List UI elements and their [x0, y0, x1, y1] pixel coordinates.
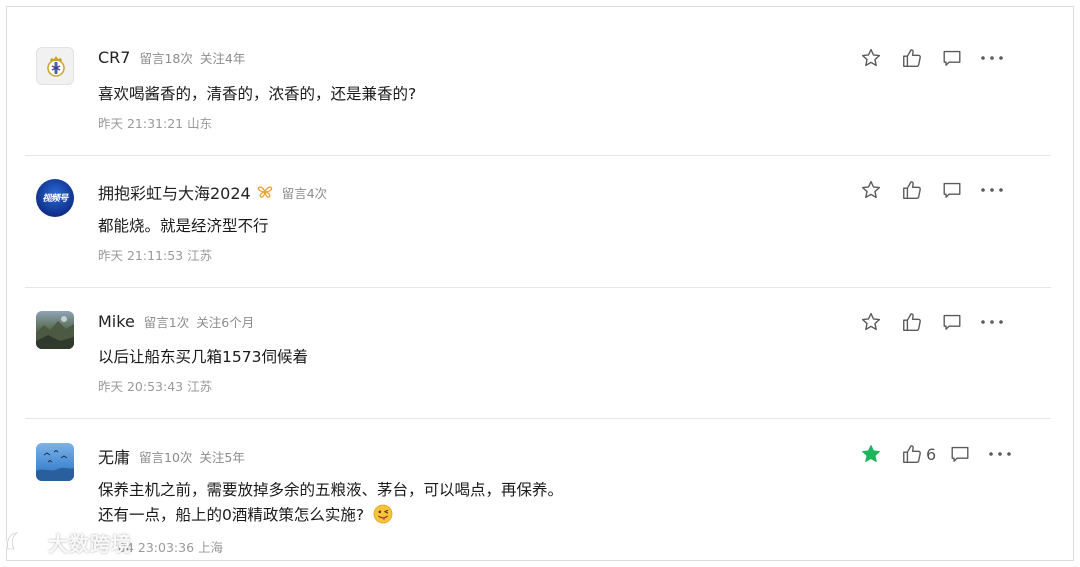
thumbs-up-icon[interactable] — [900, 310, 924, 334]
avatar[interactable]: 视频号 — [36, 179, 74, 217]
comment-count: 留言4次 — [281, 185, 328, 201]
divider — [25, 287, 1051, 288]
comment-time: 昨天 20:53:43 江苏 — [98, 379, 213, 394]
comment-count: 留言18次 — [139, 51, 193, 66]
thumbs-up-icon[interactable] — [900, 178, 924, 202]
avatar[interactable] — [36, 443, 74, 481]
comment-text-line-with-emoji: 还有一点，船上的0酒精政策怎么实施? — [98, 503, 563, 528]
username[interactable]: Mike — [98, 312, 135, 331]
divider — [25, 155, 1051, 156]
comment-header: CR7 留言18次 关注4年 — [98, 48, 245, 67]
comment-header: Mike 留言1次 关注6个月 — [98, 312, 254, 331]
comment-count: 留言10次 — [139, 449, 193, 465]
comment-actions — [859, 310, 1005, 334]
star-icon[interactable] — [859, 46, 883, 70]
thumbs-up-icon[interactable] — [900, 46, 924, 70]
reply-icon[interactable] — [948, 442, 972, 466]
follow-duration: 关注5年 — [199, 449, 245, 465]
comment-header: 拥抱彩虹与大海2024 留言4次 — [98, 180, 327, 204]
comment-actions — [859, 178, 1005, 202]
comment-text: 喜欢喝酱香的，清香的，浓香的，还是兼香的? — [98, 82, 416, 107]
reply-icon[interactable] — [940, 46, 964, 70]
butterfly-badge-icon — [257, 184, 273, 200]
comment-actions — [859, 46, 1005, 70]
more-options-icon[interactable] — [987, 442, 1013, 466]
watermark: 大数跨境 — [4, 528, 132, 557]
watermark-logo-icon — [6, 531, 43, 550]
real-madrid-crest-icon — [47, 56, 65, 77]
like-count: 6 — [926, 444, 937, 464]
username[interactable]: CR7 — [98, 48, 130, 67]
thumbs-up-icon[interactable] — [900, 442, 924, 466]
comment-text: 以后让船东买几箱1573伺候着 — [98, 345, 308, 370]
avatar[interactable] — [36, 311, 74, 349]
like-button[interactable]: 6 — [900, 442, 936, 466]
reply-icon[interactable] — [940, 310, 964, 334]
comment-text-line: 还有一点，船上的0酒精政策怎么实施? — [98, 506, 365, 524]
comment-text-line: 保养主机之前，需要放掉多余的五粮液、茅台，可以喝点，再保养。 — [98, 481, 564, 499]
username[interactable]: 拥抱彩虹与大海2024 — [98, 180, 251, 204]
comment-text-line: 都能烧。就是经济型不行 — [98, 217, 269, 235]
avatar-label: 视频号 — [42, 194, 68, 204]
divider — [25, 418, 1051, 419]
star-filled-icon[interactable] — [859, 442, 883, 466]
comment-actions: 6 — [859, 442, 1013, 466]
comment-text: 都能烧。就是经济型不行 — [98, 214, 269, 239]
star-icon[interactable] — [859, 178, 883, 202]
comment-list-panel: CR7 留言18次 关注4年 喜欢喝酱香的，清香的，浓香的，还是兼香的? 昨天 … — [6, 6, 1074, 561]
comment-header: 无庸 留言10次 关注5年 — [98, 444, 245, 468]
comment-time: 昨天 21:11:53 江苏 — [98, 248, 213, 263]
landscape-photo-icon — [36, 316, 74, 349]
comment-count: 留言1次 — [143, 315, 190, 330]
star-icon[interactable] — [859, 310, 883, 334]
follow-duration: 关注4年 — [199, 51, 246, 66]
comment-text-line: 以后让船东买几箱1573伺候着 — [98, 348, 308, 366]
reply-icon[interactable] — [940, 178, 964, 202]
comment-text-line: 喜欢喝酱香的，清香的，浓香的，还是兼香的? — [98, 85, 417, 103]
watermark-text: 大数跨境 — [48, 532, 132, 556]
more-options-icon[interactable] — [979, 310, 1005, 334]
comment-time: 昨天 21:31:21 山东 — [98, 116, 213, 131]
avatar[interactable] — [36, 47, 74, 85]
username[interactable]: 无庸 — [98, 444, 130, 468]
comment-text: 保养主机之前，需要放掉多余的五粮液、茅台，可以喝点，再保养。 还有一点，船上的0… — [98, 478, 563, 528]
sky-birds-photo-icon — [36, 449, 74, 481]
comment-time: 04 23:03:36 上海 — [118, 540, 223, 555]
more-options-icon[interactable] — [979, 46, 1005, 70]
follow-duration: 关注6个月 — [196, 315, 255, 330]
tongue-wink-emoji-icon — [373, 504, 393, 524]
more-options-icon[interactable] — [979, 178, 1005, 202]
